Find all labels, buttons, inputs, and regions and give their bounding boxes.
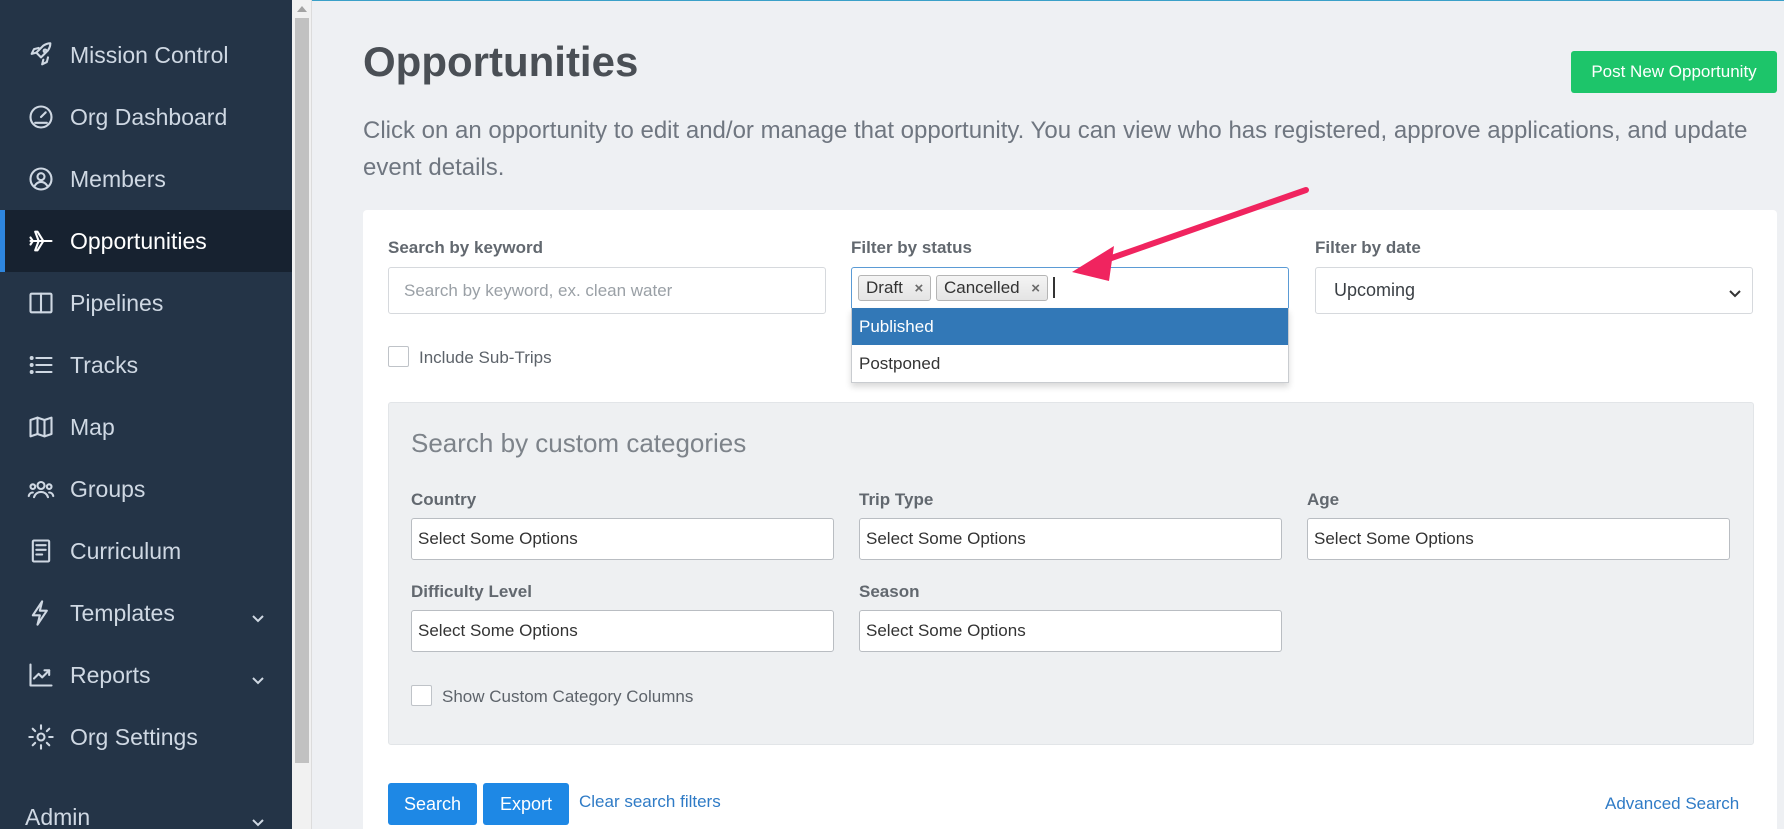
- sidebar-item-opportunities[interactable]: Opportunities: [0, 210, 292, 272]
- sidebar-item-map[interactable]: Map: [0, 396, 292, 458]
- difficulty-placeholder: Select Some Options: [418, 621, 578, 640]
- gear-icon: [26, 722, 56, 752]
- sidebar-item-groups[interactable]: Groups: [0, 458, 292, 520]
- page-description: Click on an opportunity to edit and/or m…: [363, 117, 1748, 181]
- clear-search-filters-link[interactable]: Clear search filters: [579, 792, 721, 812]
- trip-type-placeholder: Select Some Options: [866, 529, 1026, 548]
- plane-icon: [26, 226, 56, 256]
- sidebar-item-label: Map: [70, 413, 115, 440]
- sidebar-item-pipelines[interactable]: Pipelines: [0, 272, 292, 334]
- include-subtrips-checkbox[interactable]: [388, 346, 409, 367]
- difficulty-select[interactable]: Select Some Options: [411, 610, 834, 652]
- trip-type-select[interactable]: Select Some Options: [859, 518, 1282, 560]
- season-label: Season: [859, 582, 920, 601]
- sidebar-item-label: Mission Control: [70, 41, 229, 68]
- include-subtrips-label: Include Sub-Trips: [419, 348, 552, 367]
- top-border: [312, 0, 1784, 1]
- country-label: Country: [411, 490, 477, 509]
- status-dropdown: Published Postponed: [851, 308, 1289, 383]
- book-icon: [26, 536, 56, 566]
- user-circle-icon: [26, 164, 56, 194]
- page-title: Opportunities: [363, 38, 639, 85]
- rocket-icon: [26, 40, 56, 70]
- sidebar-item-label: Reports: [70, 661, 151, 688]
- list-icon: [26, 350, 56, 380]
- chevron-down-icon: [250, 809, 266, 827]
- chip-label: Draft: [866, 278, 903, 297]
- sidebar-item-label: Curriculum: [70, 537, 182, 564]
- trip-type-label: Trip Type: [859, 490, 934, 509]
- chevron-down-icon: [1728, 284, 1742, 298]
- remove-chip-icon[interactable]: ×: [1029, 280, 1043, 297]
- columns-icon: [26, 288, 56, 318]
- chip-label: Cancelled: [944, 278, 1020, 297]
- status-option[interactable]: Postponed: [852, 345, 1288, 382]
- show-custom-columns-checkbox[interactable]: [411, 685, 432, 706]
- bolt-icon: [26, 598, 56, 628]
- users-icon: [26, 474, 56, 504]
- status-label: Filter by status: [851, 238, 972, 257]
- sidebar-item-label: Org Dashboard: [70, 103, 228, 130]
- sidebar-item-label: Members: [70, 165, 166, 192]
- scrollbar[interactable]: [292, 0, 312, 829]
- sidebar-item-tracks[interactable]: Tracks: [0, 334, 292, 396]
- sidebar-item-label: Org Settings: [70, 723, 198, 750]
- show-custom-columns-label: Show Custom Category Columns: [442, 687, 694, 706]
- sidebar-item-label: Templates: [70, 599, 175, 626]
- status-chip: Cancelled ×: [936, 275, 1048, 301]
- sidebar-item-members[interactable]: Members: [0, 148, 292, 210]
- country-select[interactable]: Select Some Options: [411, 518, 834, 560]
- text-cursor: [1053, 277, 1055, 298]
- sidebar-item-label: Tracks: [70, 351, 139, 378]
- sidebar-item-label: Admin: [25, 803, 91, 829]
- sidebar: Mission Control Org Dashboard Members Op…: [0, 0, 292, 829]
- sidebar-item-label: Opportunities: [70, 227, 207, 254]
- advanced-search-link[interactable]: Advanced Search: [1605, 794, 1739, 814]
- keyword-placeholder: Search by keyword, ex. clean water: [404, 280, 673, 300]
- date-filter-select[interactable]: Upcoming: [1315, 267, 1753, 314]
- age-label: Age: [1307, 490, 1340, 509]
- custom-categories-title: Search by custom categories: [411, 428, 747, 458]
- sidebar-item-org-settings[interactable]: Org Settings: [0, 706, 292, 768]
- sidebar-item-curriculum[interactable]: Curriculum: [0, 520, 292, 582]
- dashboard-gauge-icon: [26, 102, 56, 132]
- status-multiselect[interactable]: Draft × Cancelled ×: [851, 267, 1289, 309]
- difficulty-label: Difficulty Level: [411, 582, 532, 601]
- remove-chip-icon[interactable]: ×: [912, 280, 926, 297]
- status-chip: Draft ×: [858, 275, 931, 301]
- date-label: Filter by date: [1315, 238, 1421, 257]
- scrollbar-thumb[interactable]: [295, 18, 309, 763]
- sidebar-item-admin[interactable]: Admin: [0, 786, 292, 829]
- season-placeholder: Select Some Options: [866, 621, 1026, 640]
- chevron-down-icon: [250, 667, 266, 685]
- sidebar-item-reports[interactable]: Reports: [0, 644, 292, 706]
- map-icon: [26, 412, 56, 442]
- keyword-search-input[interactable]: Search by keyword, ex. clean water: [388, 267, 826, 314]
- chevron-down-icon: [250, 605, 266, 623]
- sidebar-item-mission-control[interactable]: Mission Control: [0, 24, 292, 86]
- age-select[interactable]: Select Some Options: [1307, 518, 1730, 560]
- sidebar-item-templates[interactable]: Templates: [0, 582, 292, 644]
- chart-line-icon: [26, 660, 56, 690]
- age-placeholder: Select Some Options: [1314, 529, 1474, 548]
- sidebar-item-org-dashboard[interactable]: Org Dashboard: [0, 86, 292, 148]
- sidebar-item-label: Pipelines: [70, 289, 164, 316]
- sidebar-item-label: Groups: [70, 475, 146, 502]
- scroll-up-arrow-icon[interactable]: [297, 6, 307, 12]
- search-button[interactable]: Search: [388, 783, 477, 825]
- export-button[interactable]: Export: [483, 783, 569, 825]
- keyword-label: Search by keyword: [388, 238, 543, 257]
- status-option[interactable]: Published: [852, 308, 1288, 345]
- country-placeholder: Select Some Options: [418, 529, 578, 548]
- post-new-opportunity-button[interactable]: Post New Opportunity: [1571, 51, 1777, 93]
- season-select[interactable]: Select Some Options: [859, 610, 1282, 652]
- date-filter-value: Upcoming: [1334, 280, 1416, 300]
